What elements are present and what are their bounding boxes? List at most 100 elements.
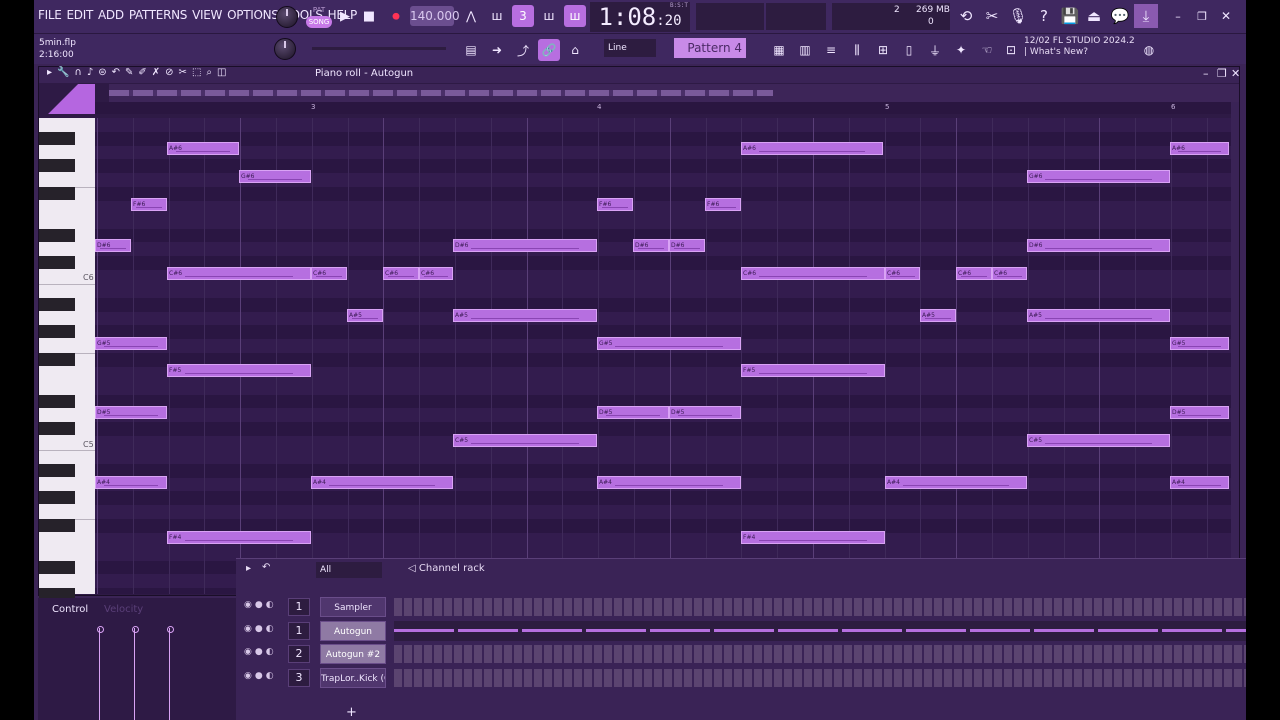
globe-icon[interactable]: ◍ [1138, 39, 1160, 61]
note[interactable]: D#6 [669, 239, 705, 252]
channel-row[interactable]: ◉●◐ 1 Autogun [236, 620, 1246, 642]
note[interactable]: C#6 [383, 267, 419, 280]
pat-song-toggle[interactable]: PAT SONG [306, 4, 332, 30]
note[interactable]: C#6 [311, 267, 347, 280]
note[interactable]: C#6 [956, 267, 992, 280]
cut-tool-icon[interactable]: ✂ [980, 4, 1004, 28]
note[interactable]: A#4 [95, 476, 167, 489]
wand-icon[interactable]: ✦ [950, 39, 972, 61]
slide-icon[interactable]: ⤴ [512, 39, 534, 61]
snap-select[interactable]: Line [604, 39, 656, 57]
channel-mixer-track[interactable]: 1 [288, 598, 310, 616]
black-key[interactable] [39, 159, 75, 173]
velocity-bar[interactable] [97, 626, 104, 720]
note[interactable]: A#4 [311, 476, 453, 489]
mixer-connect-icon[interactable]: ⏏ [1082, 4, 1106, 28]
menu-arrow-icon[interactable]: ▸ [47, 67, 52, 78]
pattern-overview[interactable] [109, 84, 1239, 102]
undo-icon[interactable]: ↶ [112, 67, 120, 78]
channel-piano-roll-preview[interactable] [394, 620, 1246, 641]
microphone-icon[interactable]: 🎙 [1006, 4, 1030, 28]
channel-mute-pan-volume[interactable]: ◉●◐ [244, 671, 284, 685]
playback-icon[interactable]: ◫ [217, 67, 226, 78]
note[interactable]: A#6 [167, 142, 239, 155]
black-key[interactable] [39, 187, 75, 201]
note[interactable]: C#5 [1027, 434, 1170, 447]
arrow-icon[interactable]: ➜ [486, 39, 508, 61]
add-channel-button[interactable]: + [346, 705, 357, 720]
song-position-display[interactable]: 1:08:20 B:S:T [590, 2, 690, 32]
note[interactable]: F#5 [167, 364, 311, 377]
note[interactable]: D#6 [1027, 239, 1170, 252]
vertical-scrollbar[interactable] [1231, 102, 1239, 594]
link-icon[interactable]: 🔗 [538, 39, 560, 61]
chat-icon[interactable]: 💬 [1108, 4, 1132, 28]
note[interactable]: A#4 [885, 476, 1027, 489]
channel-name-button[interactable]: Autogun #2 [320, 644, 386, 664]
countdown-icon[interactable]: 3 [512, 5, 534, 27]
piano-icon[interactable]: ▤ [460, 39, 482, 61]
cr-menu-arrow-icon[interactable]: ▸ [246, 563, 251, 574]
control-label[interactable]: Control [52, 604, 88, 615]
channel-name-button[interactable]: Sampler [320, 597, 386, 617]
stamp-tool-icon[interactable]: ⊜ [98, 67, 106, 78]
channel-row[interactable]: ◉●◐ 3 TrapLor..Kick (C) [236, 667, 1246, 689]
black-key[interactable] [39, 353, 75, 367]
note[interactable]: D#6 [95, 239, 131, 252]
file-icon[interactable]: ▯ [898, 39, 920, 61]
cr-undo-icon[interactable]: ↶ [262, 562, 270, 573]
note[interactable]: A#6 [1170, 142, 1229, 155]
note[interactable]: D#5 [1170, 406, 1229, 419]
stamp-icon[interactable]: ⌂ [564, 39, 586, 61]
hand-icon[interactable]: ☜ [976, 39, 998, 61]
black-key[interactable] [39, 228, 75, 242]
black-key[interactable] [39, 519, 75, 533]
velocity-bar[interactable] [132, 626, 139, 720]
browser-icon[interactable]: ⊞ [872, 39, 894, 61]
note[interactable]: G#5 [597, 337, 741, 350]
note[interactable]: C#6 [419, 267, 453, 280]
black-key[interactable] [39, 131, 75, 145]
master-pitch-knob[interactable] [274, 38, 296, 60]
note[interactable]: D#5 [597, 406, 669, 419]
menu-edit[interactable]: EDIT [67, 8, 94, 22]
cart-icon[interactable]: ⊡ [1000, 39, 1022, 61]
note[interactable]: C#6 [992, 267, 1027, 280]
black-key[interactable] [39, 325, 75, 339]
note[interactable]: G#5 [95, 337, 167, 350]
close-icon[interactable]: ✕ [1214, 4, 1238, 28]
mixer-icon[interactable]: ≡ [820, 39, 842, 61]
black-key[interactable] [39, 394, 75, 408]
delete-icon[interactable]: ✗ [152, 67, 160, 78]
undo-history-icon[interactable]: ⟲ [954, 4, 978, 28]
time-ruler[interactable]: 3 4 5 6 [95, 102, 1231, 114]
channel-mute-pan-volume[interactable]: ◉●◐ [244, 624, 284, 638]
channel-mixer-track[interactable]: 3 [288, 668, 310, 687]
note[interactable]: A#5 [1027, 309, 1170, 322]
menu-options[interactable]: OPTIONS [227, 8, 279, 22]
channel-mixer-track[interactable]: 2 [288, 645, 310, 663]
menu-add[interactable]: ADD [98, 8, 124, 22]
note[interactable]: A#4 [1170, 476, 1229, 489]
note-icon[interactable]: ♪ [87, 67, 93, 78]
tempo-display[interactable]: 140.000 [410, 6, 460, 26]
black-key[interactable] [39, 422, 75, 436]
stop-button[interactable]: ■ [358, 5, 380, 27]
note[interactable]: D#5 [95, 406, 167, 419]
select-icon[interactable]: ⬚ [192, 67, 201, 78]
mute-icon[interactable]: ⊘ [165, 67, 173, 78]
channel-step-sequencer[interactable] [394, 645, 1246, 663]
save-icon[interactable]: 💾 [1058, 4, 1082, 28]
menu-view[interactable]: VIEW [192, 8, 222, 22]
channel-row[interactable]: ◉●◐ 2 Autogun #2 [236, 643, 1246, 665]
channel-rack-title[interactable]: ◁ Channel rack [408, 563, 485, 574]
menu-patterns[interactable]: PATTERNS [129, 8, 188, 22]
magnet-icon[interactable]: ∩ [74, 67, 81, 78]
channel-name-button[interactable]: Autogun [320, 620, 386, 641]
note[interactable]: C#6 [167, 267, 311, 280]
channel-filter-select[interactable]: All [316, 562, 382, 578]
pr-maximize-icon[interactable]: ❐ [1217, 67, 1227, 80]
note[interactable]: F#6 [705, 198, 741, 211]
pattern-selector[interactable]: Pattern 4 [674, 38, 746, 58]
note[interactable]: G#5 [1170, 337, 1229, 350]
